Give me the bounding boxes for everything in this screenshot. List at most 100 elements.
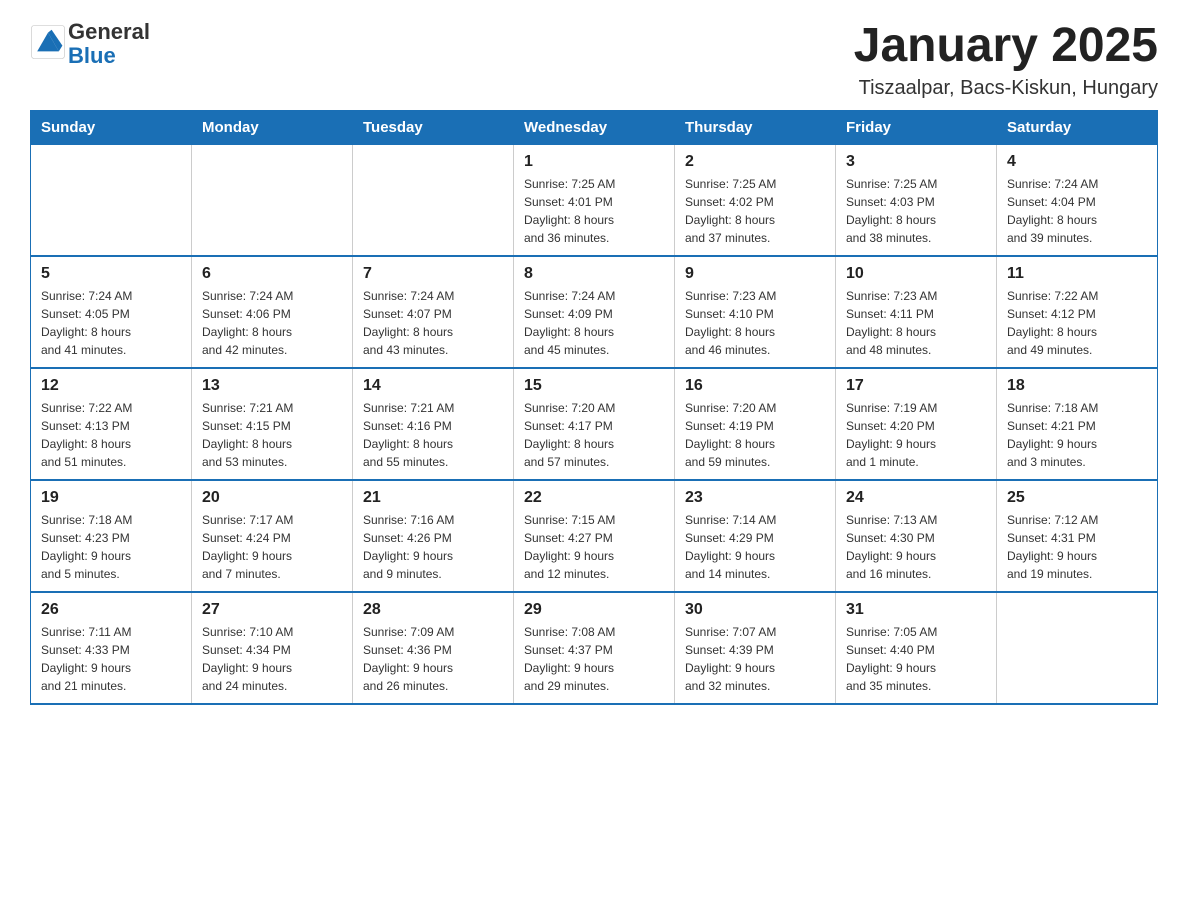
day-info: Sunrise: 7:08 AM Sunset: 4:37 PM Dayligh… (524, 623, 664, 695)
calendar-cell: 19 Sunrise: 7:18 AM Sunset: 4:23 PM Dayli… (31, 480, 192, 592)
calendar-week-row: 1 Sunrise: 7:25 AM Sunset: 4:01 PM Daylig… (31, 144, 1158, 256)
day-number: 12 (41, 377, 181, 395)
day-number: 10 (846, 265, 986, 283)
day-of-week-header: Tuesday (353, 110, 514, 144)
calendar-cell: 18Sunrise: 7:18 AM Sunset: 4:21 PM Dayli… (997, 368, 1158, 480)
day-number: 6 (202, 265, 342, 283)
generalblue-logo-icon (30, 24, 66, 60)
calendar-cell (997, 592, 1158, 704)
calendar-week-row: 19 Sunrise: 7:18 AM Sunset: 4:23 PM Dayli… (31, 480, 1158, 592)
day-number: 28 (363, 601, 503, 619)
calendar-cell: 8 Sunrise: 7:24 AM Sunset: 4:09 PM Daylig… (514, 256, 675, 368)
day-info: Sunrise: 7:12 AM Sunset: 4:31 PM Dayligh… (1007, 511, 1147, 583)
day-number: 22 (524, 489, 664, 507)
calendar-cell (353, 144, 514, 256)
day-number: 13 (202, 377, 342, 395)
day-number: 29 (524, 601, 664, 619)
day-of-week-header: Saturday (997, 110, 1158, 144)
logo: GeneralBlue (30, 20, 150, 68)
day-number: 1 (524, 153, 664, 171)
day-number: 16 (685, 377, 825, 395)
day-info: Sunrise: 7:14 AM Sunset: 4:29 PM Dayligh… (685, 511, 825, 583)
day-info: Sunrise: 7:13 AM Sunset: 4:30 PM Dayligh… (846, 511, 986, 583)
day-info: Sunrise: 7:24 AM Sunset: 4:06 PM Dayligh… (202, 287, 342, 359)
day-number: 7 (363, 265, 503, 283)
day-number: 26 (41, 601, 181, 619)
calendar-cell: 3 Sunrise: 7:25 AM Sunset: 4:03 PM Daylig… (836, 144, 997, 256)
title-area: January 2025 Tiszaalpar, Bacs-Kiskun, Hu… (854, 20, 1158, 100)
day-number: 23 (685, 489, 825, 507)
day-number: 5 (41, 265, 181, 283)
calendar-cell: 4 Sunrise: 7:24 AM Sunset: 4:04 PM Daylig… (997, 144, 1158, 256)
day-number: 8 (524, 265, 664, 283)
day-info: Sunrise: 7:23 AM Sunset: 4:10 PM Dayligh… (685, 287, 825, 359)
day-number: 17 (846, 377, 986, 395)
day-info: Sunrise: 7:09 AM Sunset: 4:36 PM Dayligh… (363, 623, 503, 695)
day-of-week-header: Monday (192, 110, 353, 144)
calendar-cell: 26 Sunrise: 7:11 AM Sunset: 4:33 PM Dayli… (31, 592, 192, 704)
day-info: Sunrise: 7:19 AM Sunset: 4:20 PM Dayligh… (846, 399, 986, 471)
day-number: 30 (685, 601, 825, 619)
day-number: 27 (202, 601, 342, 619)
day-number: 20 (202, 489, 342, 507)
day-number: 31 (846, 601, 986, 619)
day-number: 25 (1007, 489, 1147, 507)
day-info: Sunrise: 7:18 AM Sunset: 4:23 PM Dayligh… (41, 511, 181, 583)
calendar-cell: 27 Sunrise: 7:10 AM Sunset: 4:34 PM Dayli… (192, 592, 353, 704)
day-number: 18 (1007, 377, 1147, 395)
calendar-cell: 29 Sunrise: 7:08 AM Sunset: 4:37 PM Dayli… (514, 592, 675, 704)
day-number: 2 (685, 153, 825, 171)
day-number: 3 (846, 153, 986, 171)
calendar-cell: 2 Sunrise: 7:25 AM Sunset: 4:02 PM Daylig… (675, 144, 836, 256)
calendar-cell: 14 Sunrise: 7:21 AM Sunset: 4:16 PM Dayli… (353, 368, 514, 480)
header: GeneralBlue January 2025 Tiszaalpar, Bac… (30, 20, 1158, 100)
day-info: Sunrise: 7:25 AM Sunset: 4:01 PM Dayligh… (524, 175, 664, 247)
day-info: Sunrise: 7:10 AM Sunset: 4:34 PM Dayligh… (202, 623, 342, 695)
month-title: January 2025 (854, 20, 1158, 73)
calendar-cell: 21Sunrise: 7:16 AM Sunset: 4:26 PM Dayli… (353, 480, 514, 592)
calendar-cell: 23 Sunrise: 7:14 AM Sunset: 4:29 PM Dayli… (675, 480, 836, 592)
calendar-week-row: 26 Sunrise: 7:11 AM Sunset: 4:33 PM Dayli… (31, 592, 1158, 704)
day-info: Sunrise: 7:23 AM Sunset: 4:11 PM Dayligh… (846, 287, 986, 359)
day-info: Sunrise: 7:25 AM Sunset: 4:02 PM Dayligh… (685, 175, 825, 247)
calendar-cell: 20 Sunrise: 7:17 AM Sunset: 4:24 PM Dayli… (192, 480, 353, 592)
calendar-cell: 28 Sunrise: 7:09 AM Sunset: 4:36 PM Dayli… (353, 592, 514, 704)
calendar-cell: 16Sunrise: 7:20 AM Sunset: 4:19 PM Dayli… (675, 368, 836, 480)
day-info: Sunrise: 7:11 AM Sunset: 4:33 PM Dayligh… (41, 623, 181, 695)
day-number: 21 (363, 489, 503, 507)
day-number: 19 (41, 489, 181, 507)
calendar-cell: 5 Sunrise: 7:24 AM Sunset: 4:05 PM Daylig… (31, 256, 192, 368)
day-info: Sunrise: 7:22 AM Sunset: 4:12 PM Dayligh… (1007, 287, 1147, 359)
day-number: 4 (1007, 153, 1147, 171)
calendar-cell: 15Sunrise: 7:20 AM Sunset: 4:17 PM Dayli… (514, 368, 675, 480)
calendar-cell: 1 Sunrise: 7:25 AM Sunset: 4:01 PM Daylig… (514, 144, 675, 256)
calendar-cell: 13 Sunrise: 7:21 AM Sunset: 4:15 PM Dayli… (192, 368, 353, 480)
day-of-week-header: Sunday (31, 110, 192, 144)
calendar-week-row: 12 Sunrise: 7:22 AM Sunset: 4:13 PM Dayli… (31, 368, 1158, 480)
day-info: Sunrise: 7:22 AM Sunset: 4:13 PM Dayligh… (41, 399, 181, 471)
day-number: 14 (363, 377, 503, 395)
day-info: Sunrise: 7:15 AM Sunset: 4:27 PM Dayligh… (524, 511, 664, 583)
days-of-week-row: SundayMondayTuesdayWednesdayThursdayFrid… (31, 110, 1158, 144)
calendar-week-row: 5 Sunrise: 7:24 AM Sunset: 4:05 PM Daylig… (31, 256, 1158, 368)
calendar-body: 1 Sunrise: 7:25 AM Sunset: 4:01 PM Daylig… (31, 144, 1158, 704)
calendar-cell: 22 Sunrise: 7:15 AM Sunset: 4:27 PM Dayli… (514, 480, 675, 592)
day-info: Sunrise: 7:17 AM Sunset: 4:24 PM Dayligh… (202, 511, 342, 583)
day-number: 11 (1007, 265, 1147, 283)
calendar-cell: 31Sunrise: 7:05 AM Sunset: 4:40 PM Dayli… (836, 592, 997, 704)
day-of-week-header: Friday (836, 110, 997, 144)
day-number: 9 (685, 265, 825, 283)
day-of-week-header: Thursday (675, 110, 836, 144)
day-of-week-header: Wednesday (514, 110, 675, 144)
day-info: Sunrise: 7:24 AM Sunset: 4:04 PM Dayligh… (1007, 175, 1147, 247)
day-info: Sunrise: 7:21 AM Sunset: 4:16 PM Dayligh… (363, 399, 503, 471)
day-number: 15 (524, 377, 664, 395)
calendar-table: SundayMondayTuesdayWednesdayThursdayFrid… (30, 110, 1158, 705)
day-info: Sunrise: 7:24 AM Sunset: 4:09 PM Dayligh… (524, 287, 664, 359)
day-info: Sunrise: 7:24 AM Sunset: 4:05 PM Dayligh… (41, 287, 181, 359)
calendar-cell: 9 Sunrise: 7:23 AM Sunset: 4:10 PM Daylig… (675, 256, 836, 368)
day-info: Sunrise: 7:25 AM Sunset: 4:03 PM Dayligh… (846, 175, 986, 247)
calendar-cell: 17 Sunrise: 7:19 AM Sunset: 4:20 PM Dayli… (836, 368, 997, 480)
day-info: Sunrise: 7:21 AM Sunset: 4:15 PM Dayligh… (202, 399, 342, 471)
calendar-cell (31, 144, 192, 256)
